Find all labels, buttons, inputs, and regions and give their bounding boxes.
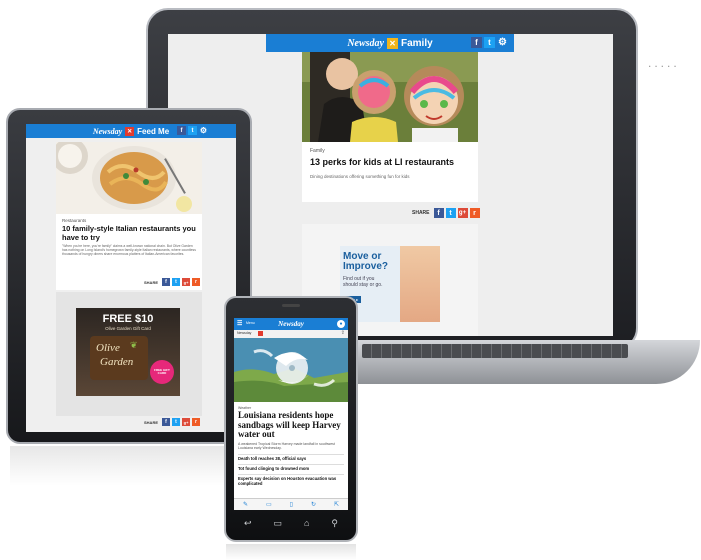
menu-label[interactable]: Menu bbox=[246, 321, 255, 325]
share-label: SHARE bbox=[144, 419, 159, 425]
tablet-section-label[interactable]: Feed Me bbox=[137, 127, 169, 136]
ad-line2: Improve? bbox=[343, 261, 389, 272]
share-reddit-icon[interactable]: r bbox=[192, 278, 201, 286]
phone-nav-buttons: ↩ ▭ ⌂ ⚲ bbox=[244, 516, 338, 530]
phone-subbar: Newsday ⇪ bbox=[234, 330, 348, 338]
olive-garden-ad[interactable]: FREE $10 Olive Garden Gift Card Olive Ga… bbox=[76, 308, 180, 396]
gift-card-badge: FREE GIFT CARD bbox=[150, 360, 174, 384]
laptop-brand-logo[interactable]: Newsday bbox=[347, 38, 384, 49]
tablet-reflection bbox=[10, 446, 250, 486]
laptop-article-card[interactable]: Family 13 perks for kids at LI restauran… bbox=[302, 52, 478, 202]
folder-icon[interactable]: ▭ bbox=[266, 501, 272, 508]
bookmark-icon[interactable]: ▯ bbox=[290, 501, 293, 508]
tablet-share-row: SHARE f t g+ r bbox=[144, 278, 201, 286]
ad-headline: FREE $10 bbox=[102, 313, 154, 325]
phone-summary: A weakened Tropical Storm Harvey made la… bbox=[238, 442, 335, 450]
laptop-section-label[interactable]: Family bbox=[401, 38, 433, 49]
phone-header: ☰ Menu Newsday ● bbox=[234, 318, 348, 330]
share-googleplus-icon[interactable]: g+ bbox=[182, 418, 191, 426]
olive-garden-logo: Olive Garden ❦ bbox=[90, 336, 148, 380]
share-twitter-icon[interactable]: t bbox=[172, 418, 181, 426]
ad-subline: Olive Garden Gift Card bbox=[105, 326, 151, 331]
gear-icon[interactable]: ⚙ bbox=[497, 37, 508, 48]
tablet-article-title[interactable]: 10 family-style Italian restaurants you … bbox=[62, 224, 200, 242]
olive-branch-icon: ❦ bbox=[130, 340, 138, 350]
tablet-header: Newsday ✕ Feed Me f t ⚙ bbox=[26, 124, 236, 138]
back-icon[interactable]: ↩ bbox=[244, 518, 252, 529]
share-reddit-icon[interactable]: r bbox=[469, 208, 480, 218]
tablet-article-kicker[interactable]: Restaurants bbox=[62, 218, 86, 223]
laptop-keyboard bbox=[362, 344, 628, 358]
share-label: SHARE bbox=[412, 210, 430, 216]
phone-reflection bbox=[226, 544, 356, 560]
ad-line4: should stay or go. bbox=[343, 282, 383, 288]
share-facebook-icon[interactable]: f bbox=[162, 278, 171, 286]
laptop-article-summary: Dining destinations offering something f… bbox=[310, 174, 410, 179]
tablet-header-social: f t ⚙ bbox=[177, 126, 208, 135]
hurricane-satellite-map bbox=[234, 338, 348, 402]
tablet-share-row-2: SHARE f t g+ r bbox=[144, 418, 201, 426]
logo-line2: Garden bbox=[100, 356, 134, 368]
phone-bottom-toolbar: ✎ ▭ ▯ ↻ ⇱ bbox=[234, 498, 348, 510]
feedme-badge-icon: ✕ bbox=[125, 126, 135, 136]
phone-link-2[interactable]: Tot found clinging to drowned mom bbox=[238, 464, 344, 471]
external-link-icon[interactable]: ⇱ bbox=[334, 501, 339, 508]
facebook-icon[interactable]: f bbox=[471, 37, 482, 48]
laptop-share-row: SHARE f t g+ r bbox=[412, 208, 480, 218]
gear-icon[interactable]: ⚙ bbox=[199, 126, 208, 135]
phone-sub-label[interactable]: Newsday bbox=[237, 331, 251, 335]
italian-pasta-photo bbox=[56, 142, 202, 214]
account-icon[interactable]: ● bbox=[337, 320, 345, 328]
share-twitter-icon[interactable]: t bbox=[445, 208, 456, 218]
share-reddit-icon[interactable]: r bbox=[192, 418, 201, 426]
hamburger-menu-icon[interactable]: ☰ bbox=[237, 320, 242, 327]
laptop-header: Newsday ✕ Family f t ⚙ bbox=[266, 34, 514, 52]
tablet-screen: Newsday ✕ Feed Me f t ⚙ Restaurants 10 f… bbox=[26, 124, 236, 432]
share-googleplus-icon[interactable]: g+ bbox=[457, 208, 468, 218]
phone-brand-logo[interactable]: Newsday bbox=[278, 320, 304, 328]
kids-face-paint-photo bbox=[302, 52, 478, 142]
edit-icon[interactable]: ✎ bbox=[243, 501, 248, 508]
share-googleplus-icon[interactable]: g+ bbox=[182, 278, 191, 286]
ellipsis-dots: ..... bbox=[648, 56, 680, 70]
home-icon[interactable]: ⌂ bbox=[304, 518, 309, 528]
twitter-icon[interactable]: t bbox=[188, 126, 197, 135]
recent-apps-icon[interactable]: ▭ bbox=[274, 518, 283, 529]
twitter-icon[interactable]: t bbox=[484, 37, 495, 48]
tablet-article-card[interactable]: Restaurants 10 family-style Italian rest… bbox=[56, 142, 202, 290]
phone-screen: ☰ Menu Newsday ● Newsday ⇪ Weather Louis… bbox=[234, 318, 348, 510]
phone-speaker bbox=[282, 304, 300, 307]
laptop-header-social: f t ⚙ bbox=[471, 37, 508, 48]
search-icon[interactable]: ⚲ bbox=[331, 518, 338, 529]
phone-link-3[interactable]: Experts say decision on Houston evacuati… bbox=[238, 474, 344, 486]
facebook-icon[interactable]: f bbox=[177, 126, 186, 135]
phone-link-1[interactable]: Death toll reaches 38, official says bbox=[238, 454, 344, 461]
tablet-brand-logo[interactable]: Newsday bbox=[93, 127, 122, 136]
tablet-article-summary: "When you're here, you're family" claims… bbox=[62, 244, 196, 257]
phone-sub-badge-icon bbox=[258, 331, 263, 336]
share-facebook-icon[interactable]: f bbox=[433, 208, 444, 218]
family-badge-icon: ✕ bbox=[386, 37, 398, 49]
share-icon[interactable]: ⇪ bbox=[341, 330, 345, 336]
laptop-article-kicker[interactable]: Family bbox=[310, 148, 325, 154]
tablet-ad-card[interactable]: FREE $10 Olive Garden Gift Card Olive Ga… bbox=[56, 292, 202, 416]
refresh-icon[interactable]: ↻ bbox=[311, 501, 316, 508]
ad-family-photo bbox=[400, 246, 440, 322]
share-twitter-icon[interactable]: t bbox=[172, 278, 181, 286]
phone-headline[interactable]: Louisiana residents hope sandbags will k… bbox=[238, 410, 346, 440]
share-label: SHARE bbox=[144, 279, 159, 285]
share-facebook-icon[interactable]: f bbox=[162, 418, 171, 426]
logo-line1: Olive bbox=[96, 342, 120, 354]
laptop-article-title[interactable]: 13 perks for kids at LI restaurants bbox=[310, 157, 474, 167]
